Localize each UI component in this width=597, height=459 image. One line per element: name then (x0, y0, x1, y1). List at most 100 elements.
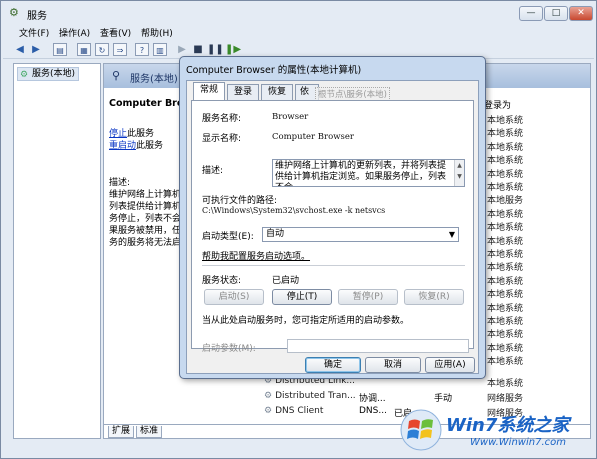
logon-column-cell: 本地系统 (487, 209, 524, 220)
logon-column-cell: 本地系统 (487, 263, 524, 274)
gear-icon: ⚙ (264, 391, 273, 401)
description-scrollbar[interactable]: ▲ ▼ (454, 160, 464, 186)
stop-button[interactable]: 停止(T) (272, 289, 332, 305)
logon-column-cell: 本地系统 (487, 183, 524, 193)
start-params-note: 当从此处启动服务时，您可指定所适用的启动参数。 (202, 316, 410, 326)
path-label: 可执行文件的路径: (202, 196, 278, 206)
startup-type-select[interactable]: 自动 ▼ (262, 227, 459, 242)
ok-button[interactable]: 确定 (305, 357, 361, 373)
service-name: DNS Client (275, 406, 324, 416)
logon-column-cell: 本地系统 (487, 357, 524, 368)
maximize-button[interactable]: □ (544, 6, 568, 21)
service-status-value: 已启动 (272, 276, 300, 286)
gear-icon: ⚙ (264, 406, 273, 416)
properties-icon[interactable]: ▦ (77, 43, 91, 56)
watermark-brand: Win7系统之家 (446, 415, 570, 436)
windows-logo-icon (400, 409, 442, 451)
search-icon: ⚲ (112, 69, 121, 82)
service-name-label: 服务名称: (202, 114, 242, 124)
start-params-label: 启动参数(M): (202, 344, 256, 354)
console-tree: ⚙ 服务(本地) (13, 63, 101, 439)
restart-service-icon[interactable]: ❚▶ (225, 43, 241, 56)
logon-column-cell: 本地系统 (487, 303, 524, 314)
start-service-icon[interactable]: ▶ (175, 43, 189, 56)
tree-item-label: 服务(本地) (32, 69, 76, 79)
tab-standard[interactable]: 标准 (136, 426, 163, 438)
dialog-body: 常规 登录 恢复 依存关系 根节点\服务(本地) 服务名称: Browser 显… (186, 80, 479, 374)
menu-file[interactable]: 文件(F) (19, 26, 49, 39)
properties-dialog: Computer Browser 的属性(本地计算机) 常规 登录 恢复 依存关… (179, 56, 486, 379)
logon-column-cell: 本地系统 (487, 276, 524, 287)
description-text: 维护网络上计算机的更新列表，并将列表提供给计算机指定浏览。如果服务停止，列表不会 (275, 161, 447, 186)
service-status: DNS... (359, 406, 387, 416)
description-textbox[interactable]: 维护网络上计算机的更新列表，并将列表提供给计算机指定浏览。如果服务停止，列表不会… (272, 159, 465, 187)
table-row[interactable]: ⚙ DNS Client (264, 406, 323, 416)
window-title: 服务 (27, 11, 47, 22)
restart-suffix: 此服务 (136, 141, 164, 151)
service-logon: 网络服务 (487, 394, 524, 404)
start-button[interactable]: 启动(S) (204, 289, 264, 305)
logon-column-cell: 本地系统 (487, 169, 524, 180)
back-arrow-icon[interactable]: ◀ (13, 43, 27, 56)
forward-arrow-icon[interactable]: ▶ (29, 43, 43, 56)
services-app-icon: ⚙ (9, 6, 19, 19)
service-name-value: Browser (272, 112, 309, 122)
startup-type-label: 启动类型(E): (202, 232, 254, 242)
logon-column-cell: 本地系统 (487, 343, 524, 354)
table-row[interactable]: ⚙ Distributed Tran... (264, 391, 356, 401)
column-header-logon[interactable]: 登录为 (484, 98, 511, 111)
logon-column-cell: 本地系统 (487, 156, 524, 167)
description-line: 务的服务将无法启 (109, 238, 182, 248)
watermark: Win7系统之家 Www.Winwin7.com (400, 405, 595, 455)
dialog-title: Computer Browser 的属性(本地计算机) (186, 65, 362, 76)
display-name-value: Computer Browser (272, 132, 354, 142)
restart-service-link[interactable]: 重启动 (109, 141, 136, 151)
menu-bar: 文件(F) 操作(A) 查看(V) 帮助(H) (3, 24, 594, 40)
drag-ghost-label: 根节点\服务(本地) (315, 87, 390, 101)
logon-column-cell: 本地系统 (487, 317, 524, 327)
service-status-label: 服务状态: (202, 276, 242, 286)
logon-column-cell: 本地系统 (487, 129, 524, 140)
console-tree-icon[interactable]: ▤ (53, 43, 67, 56)
pause-service-icon[interactable]: ❚❚ (207, 43, 224, 56)
logon-column-cell: 本地系统 (487, 116, 524, 126)
logon-column-cell: 本地系统 (487, 250, 524, 260)
logon-column-cell: 本地系统 (487, 223, 524, 234)
resume-button[interactable]: 恢复(R) (404, 289, 464, 305)
menu-view[interactable]: 查看(V) (100, 26, 131, 39)
menu-action[interactable]: 操作(A) (59, 26, 90, 39)
export-list-icon[interactable]: ⇒ (113, 43, 127, 56)
display-name-label: 显示名称: (202, 134, 242, 144)
chevron-down-icon: ▼ (448, 230, 455, 239)
cancel-button[interactable]: 取消 (365, 357, 421, 373)
stop-service-icon[interactable]: ■ (191, 43, 205, 56)
path-value: C:\Windows\System32\svchost.exe -k netsv… (202, 206, 386, 215)
help-configure-link[interactable]: 帮助我配置服务启动选项。 (202, 249, 310, 262)
close-button[interactable]: ✕ (569, 6, 593, 21)
startup-type-value: 自动 (266, 229, 285, 239)
tab-recovery[interactable]: 恢复 (261, 84, 294, 100)
tab-general[interactable]: 常规 (193, 82, 226, 100)
logon-column-cell: 本地系统 (487, 236, 524, 247)
title-bar: ⚙ 服务 — □ ✕ (3, 3, 594, 23)
tab-logon[interactable]: 登录 (227, 84, 260, 100)
help-icon[interactable]: ? (135, 43, 149, 56)
service-startup: 手动 (434, 394, 453, 404)
tab-extended[interactable]: 扩展 (108, 426, 135, 438)
services-icon: ⚙ (20, 70, 29, 80)
logon-column-cell: 本地系统 (487, 290, 524, 301)
refresh-icon[interactable]: ↻ (95, 43, 109, 56)
minimize-button[interactable]: — (519, 6, 543, 21)
apply-button[interactable]: 应用(A) (425, 357, 475, 373)
menu-help[interactable]: 帮助(H) (141, 26, 173, 39)
service-logon: 本地系统 (487, 379, 524, 389)
logon-column-cell: 本地系统 (487, 142, 524, 153)
description-label: 描述: (202, 166, 224, 176)
pause-button[interactable]: 暂停(P) (338, 289, 398, 305)
tree-item-services-local[interactable]: ⚙ 服务(本地) (17, 67, 79, 81)
watermark-url: Www.Winwin7.com (470, 437, 566, 448)
start-params-input[interactable] (287, 339, 469, 353)
general-tab-panel: 服务名称: Browser 显示名称: Computer Browser 描述:… (191, 100, 474, 354)
logon-column-cell: 本地系统 (487, 330, 524, 341)
show-hide-icon[interactable]: ▥ (153, 43, 167, 56)
